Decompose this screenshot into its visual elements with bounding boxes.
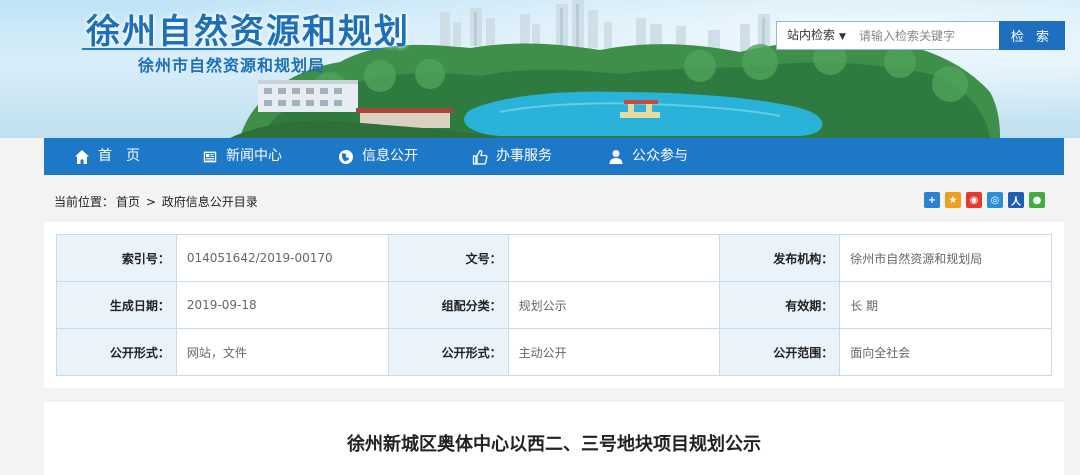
table-row: 生成日期： 2019-09-18 组配分类： 规划公示 有效期： 长 期 bbox=[56, 281, 1052, 329]
search-box: 站内检索▼ 检 索 bbox=[776, 21, 1065, 50]
share-weibo-icon[interactable]: ◉ bbox=[966, 192, 982, 208]
user-icon bbox=[609, 149, 623, 164]
meta-label: 文号： bbox=[387, 234, 509, 282]
breadcrumb-separator: > bbox=[145, 195, 156, 209]
meta-value: 014051642/2019-00170 bbox=[175, 234, 389, 282]
meta-label: 生成日期： bbox=[56, 281, 177, 329]
meta-value: 规划公示 bbox=[507, 281, 721, 329]
page: 徐州自然资源和规划 徐州市自然资源和规划局 站内检索▼ 检 索 首 页 新闻中心… bbox=[0, 0, 1080, 475]
search-input[interactable] bbox=[859, 22, 999, 49]
breadcrumb: 当前位置： 首页 > 政府信息公开目录 bbox=[54, 193, 260, 210]
meta-label: 公开形式： bbox=[387, 328, 509, 376]
search-button[interactable]: 检 索 bbox=[999, 21, 1065, 50]
header-banner: 徐州自然资源和规划 徐州市自然资源和规划局 站内检索▼ 检 索 bbox=[0, 0, 1080, 138]
meta-value: 面向全社会 bbox=[839, 328, 1052, 376]
meta-value: 主动公开 bbox=[507, 328, 721, 376]
title-underline bbox=[82, 48, 382, 50]
meta-value: 长 期 bbox=[839, 281, 1052, 329]
table-row: 公开形式： 网站，文件 公开形式： 主动公开 公开范围： 面向全社会 bbox=[56, 328, 1052, 376]
nav-item-home[interactable]: 首 页 bbox=[74, 138, 140, 175]
meta-label: 索引号： bbox=[56, 234, 177, 282]
breadcrumb-current[interactable]: 政府信息公开目录 bbox=[162, 195, 258, 209]
article-panel: 徐州新城区奥体中心以西二、三号地块项目规划公示 bbox=[44, 402, 1064, 475]
nav-item-info[interactable]: 信息公开 bbox=[338, 138, 418, 175]
share-toolbar: + ★ ◉ ◎ 人 ● bbox=[924, 192, 1045, 208]
share-tencent-icon[interactable]: ◎ bbox=[987, 192, 1003, 208]
main-nav: 首 页 新闻中心 信息公开 办事服务 公众参与 bbox=[44, 138, 1064, 175]
search-scope-select[interactable]: 站内检索 ▼ bbox=[777, 22, 857, 49]
nav-item-participation[interactable]: 公众参与 bbox=[608, 138, 688, 175]
nav-item-services[interactable]: 办事服务 bbox=[472, 138, 552, 175]
table-row: 索引号： 014051642/2019-00170 文号： 发布机构： 徐州市自… bbox=[56, 234, 1052, 282]
share-renren-icon[interactable]: 人 bbox=[1008, 192, 1024, 208]
newspaper-icon bbox=[203, 151, 217, 162]
meta-value: 2019-09-18 bbox=[175, 281, 389, 329]
meta-value: 徐州市自然资源和规划局 bbox=[839, 234, 1052, 282]
share-wechat-icon[interactable]: ● bbox=[1029, 192, 1045, 208]
share-more-icon[interactable]: + bbox=[924, 192, 940, 208]
site-title: 徐州自然资源和规划 bbox=[86, 12, 410, 52]
share-qzone-icon[interactable]: ★ bbox=[945, 192, 961, 208]
nav-item-label: 公众参与 bbox=[632, 148, 688, 164]
document-meta-table: 索引号： 014051642/2019-00170 文号： 发布机构： 徐州市自… bbox=[56, 234, 1052, 376]
meta-label: 组配分类： bbox=[387, 281, 509, 329]
meta-value: 网站，文件 bbox=[175, 328, 389, 376]
chevron-down-icon: ▼ bbox=[839, 32, 846, 42]
nav-item-label: 信息公开 bbox=[362, 148, 418, 164]
site-subtitle: 徐州市自然资源和规划局 bbox=[138, 56, 326, 75]
breadcrumb-home-link[interactable]: 首页 bbox=[116, 195, 140, 209]
meta-label: 有效期： bbox=[719, 281, 841, 329]
search-scope-label: 站内检索 bbox=[787, 28, 836, 42]
meta-label: 公开形式： bbox=[56, 328, 177, 376]
thumbs-up-icon bbox=[472, 149, 488, 165]
meta-label: 发布机构： bbox=[719, 234, 841, 282]
globe-icon bbox=[339, 149, 353, 164]
article-title: 徐州新城区奥体中心以西二、三号地块项目规划公示 bbox=[347, 434, 761, 455]
home-icon bbox=[75, 149, 89, 164]
meta-label: 公开范围： bbox=[719, 328, 841, 376]
nav-item-label: 新闻中心 bbox=[226, 148, 282, 164]
nav-item-label: 首 页 bbox=[98, 148, 140, 164]
nav-item-label: 办事服务 bbox=[496, 148, 552, 164]
breadcrumb-prefix: 当前位置： bbox=[54, 195, 115, 209]
meta-value bbox=[507, 234, 721, 282]
nav-item-news[interactable]: 新闻中心 bbox=[202, 138, 282, 175]
document-meta-card: 索引号： 014051642/2019-00170 文号： 发布机构： 徐州市自… bbox=[44, 222, 1064, 388]
